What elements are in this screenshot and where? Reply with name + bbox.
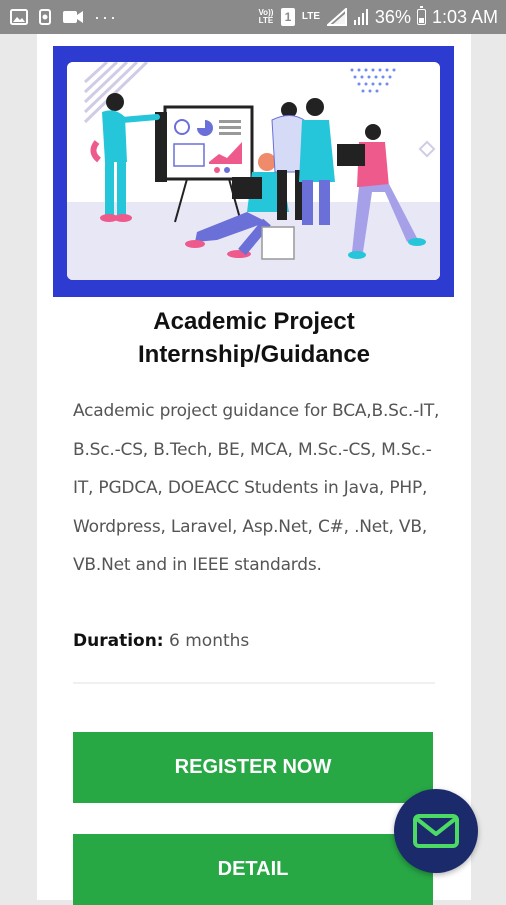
detail-button[interactable]: DETAIL — [73, 834, 433, 905]
mail-icon — [413, 814, 459, 848]
more-icon: ··· — [94, 7, 118, 27]
duration-label: Duration: — [73, 631, 164, 651]
course-image-frame — [53, 46, 454, 297]
battery-icon — [416, 6, 426, 25]
team-presentation-illustration — [67, 62, 440, 280]
register-now-button[interactable]: REGISTER NOW — [73, 732, 433, 803]
sim-indicator: 1 — [280, 8, 295, 26]
settings-icon — [39, 9, 51, 25]
volte-indicator: Vo)) LTE — [258, 8, 274, 25]
course-duration: Duration: 6 months — [73, 626, 249, 656]
sim-number: 1 — [284, 10, 292, 24]
signal-bars-icon — [353, 9, 368, 25]
course-title: Academic Project Internship/Guidance — [137, 308, 371, 368]
mail-fab-button[interactable] — [394, 789, 478, 873]
status-bar-notifications: ··· — [10, 7, 118, 27]
lte-indicator: LTE — [301, 11, 320, 22]
course-illustration — [67, 62, 440, 280]
status-bar-system: Vo)) LTE 1 LTE 36% 1:03 AM — [257, 6, 498, 27]
course-card: Academic Project Internship/Guidance Aca… — [37, 34, 471, 905]
image-icon — [10, 9, 28, 25]
video-icon — [63, 11, 83, 23]
clock: 1:03 AM — [431, 7, 498, 27]
signal-icon — [326, 8, 347, 26]
divider — [73, 682, 435, 684]
battery-percent: 36% — [374, 7, 411, 27]
duration-value: 6 months — [169, 631, 250, 651]
status-bar: ··· Vo)) LTE 1 LTE 36% 1:03 AM — [0, 0, 506, 34]
course-description: Academic project guidance for BCA,B.Sc.-… — [73, 401, 440, 575]
